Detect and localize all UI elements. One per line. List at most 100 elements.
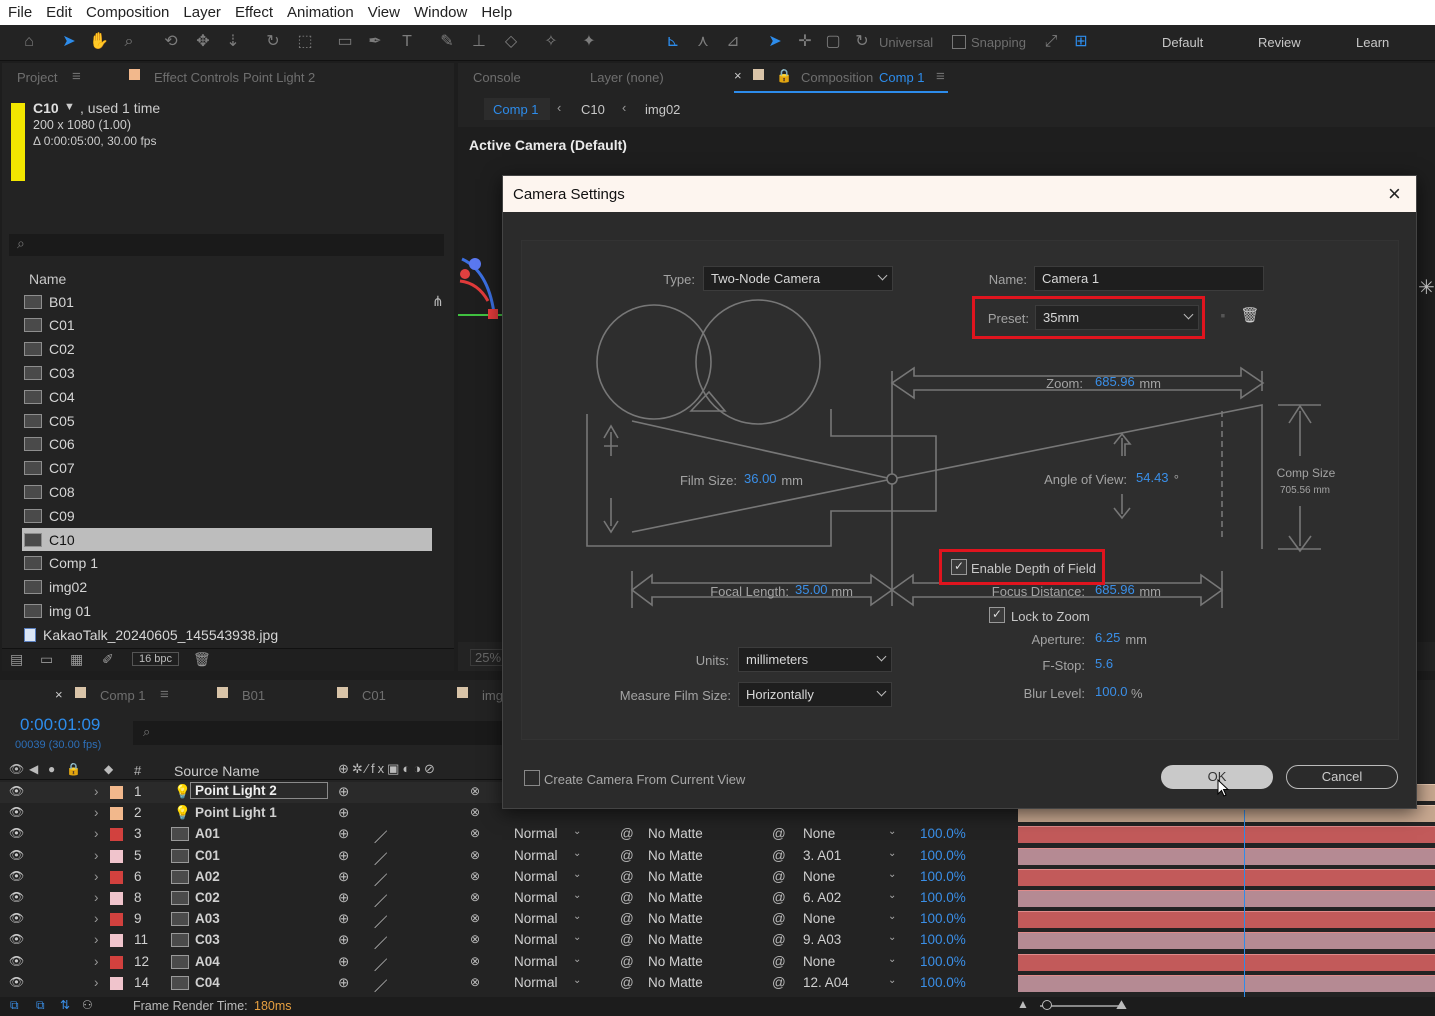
menu-window[interactable]: Window <box>406 4 473 21</box>
breadcrumb-c10[interactable]: C10 <box>581 102 605 117</box>
project-item[interactable]: C04 <box>22 385 432 408</box>
delete-preset-icon[interactable]: 🗑 <box>1240 306 1260 326</box>
parent-dropdown[interactable]: 6. A02 <box>803 890 841 905</box>
layer-name[interactable]: Point Light 2 <box>190 782 328 799</box>
rotate-tool-icon[interactable]: ↻ <box>262 31 284 53</box>
preserve-transparency-icon[interactable]: @ <box>620 890 634 905</box>
panel-menu-icon[interactable]: ≡ <box>160 686 169 703</box>
expand-arrow-icon[interactable]: › <box>94 954 99 969</box>
shy-switch-icon[interactable]: ⊕ <box>338 975 349 991</box>
track-matte-dropdown[interactable]: No Matte <box>648 954 703 969</box>
quality-switch-icon[interactable]: ／ <box>374 848 388 868</box>
chevron-down-icon[interactable]: ▼ <box>64 101 75 113</box>
close-tab-icon[interactable]: × <box>734 68 742 83</box>
solo-icon[interactable]: ● <box>48 762 55 776</box>
grid-snap-icon[interactable]: ⊞ <box>1070 31 1092 53</box>
render-info-icon[interactable]: ⚇ <box>82 998 93 1012</box>
f-stop-value[interactable]: 5.6 <box>1095 656 1113 671</box>
preset-dropdown[interactable]: 35mm <box>1035 305 1199 330</box>
opacity-value[interactable]: 100.0% <box>920 869 966 884</box>
expand-arrow-icon[interactable]: › <box>94 890 99 905</box>
pickwhip-icon[interactable]: @ <box>772 826 786 841</box>
tab-layer[interactable]: Layer (none) <box>590 70 664 85</box>
clone-stamp-icon[interactable]: ⊥ <box>468 31 490 53</box>
layer-label-color[interactable] <box>110 828 123 842</box>
view-axis-icon[interactable]: ⊿ <box>722 31 744 53</box>
layer-name[interactable]: C01 <box>195 848 220 863</box>
breadcrumb-comp1[interactable]: Comp 1 <box>484 98 550 120</box>
panel-menu-icon[interactable]: ≡ <box>72 68 81 85</box>
menu-view[interactable]: View <box>360 4 406 21</box>
source-name-column-header[interactable]: Source Name <box>174 763 260 779</box>
expand-arrow-icon[interactable]: › <box>94 848 99 863</box>
layer-duration-bar[interactable] <box>1018 868 1435 886</box>
expand-arrow-icon[interactable]: › <box>94 805 99 820</box>
layer-label-color[interactable] <box>110 976 123 990</box>
menu-effect[interactable]: Effect <box>227 4 279 21</box>
angle-of-view-value[interactable]: 54.43 <box>1136 470 1169 485</box>
eye-icon[interactable]: 👁 <box>9 805 24 819</box>
project-item[interactable]: KakaoTalk_20240605_145543938.jpg <box>22 623 432 646</box>
3d-layer-icon[interactable]: ⊗ <box>470 848 480 862</box>
layer-label-color[interactable] <box>110 955 123 969</box>
quality-switch-icon[interactable]: ／ <box>374 954 388 974</box>
lock-icon[interactable]: 🔒 <box>66 762 81 776</box>
layer-label-color[interactable] <box>110 807 123 821</box>
project-item[interactable]: B01 <box>22 290 432 313</box>
breadcrumb-img02[interactable]: img02 <box>645 102 680 117</box>
bit-depth-button[interactable]: 16 bpc <box>132 652 180 666</box>
layer-name[interactable]: C04 <box>195 975 220 990</box>
project-item[interactable]: C08 <box>22 480 432 503</box>
project-item[interactable]: C03 <box>22 361 432 384</box>
expand-arrow-icon[interactable]: › <box>94 826 99 841</box>
layer-duration-bar[interactable] <box>1018 932 1435 950</box>
pickwhip-icon[interactable]: @ <box>772 848 786 863</box>
layer-duration-bar[interactable] <box>1018 847 1435 865</box>
preserve-transparency-icon[interactable]: @ <box>620 826 634 841</box>
quality-switch-icon[interactable]: ／ <box>374 975 388 995</box>
zoom-in-icon[interactable]: ⛰ <box>1116 997 1127 1013</box>
home-icon[interactable]: ⌂ <box>18 31 40 53</box>
orbit-camera-icon[interactable]: ⟲ <box>160 31 182 53</box>
expand-arrow-icon[interactable]: › <box>94 975 99 990</box>
track-matte-dropdown[interactable]: No Matte <box>648 932 703 947</box>
zoom-out-icon[interactable]: ▲ <box>1017 997 1029 1011</box>
layer-name[interactable]: A03 <box>195 911 220 926</box>
3d-layer-icon[interactable]: ⊗ <box>470 826 480 840</box>
focal-length-value[interactable]: 35.00 <box>795 582 828 597</box>
layer-row[interactable]: 👁 › 9 A03 ⊕ ／ ⊗ Normal ⌄ @ No Matte @ None ⌄ 100.0% <box>0 909 1005 930</box>
eye-icon[interactable]: 👁 <box>9 975 24 989</box>
label-icon[interactable]: ◆ <box>104 762 113 776</box>
3d-layer-icon[interactable]: ⊗ <box>470 975 480 989</box>
enable-dof-checkbox[interactable]: ✓ <box>951 559 967 575</box>
menu-help[interactable]: Help <box>473 4 518 21</box>
pickwhip-icon[interactable]: @ <box>772 932 786 947</box>
layer-label-color[interactable] <box>110 849 123 863</box>
menu-edit[interactable]: Edit <box>38 4 78 21</box>
layer-name[interactable]: A04 <box>195 954 220 969</box>
layer-label-color[interactable] <box>110 870 123 884</box>
opacity-value[interactable]: 100.0% <box>920 954 966 969</box>
tab-timeline-c01[interactable]: C01 <box>362 688 386 703</box>
cancel-button[interactable]: Cancel <box>1286 765 1398 789</box>
puppet-pin-icon[interactable]: ✦ <box>578 31 600 53</box>
parent-dropdown[interactable]: None <box>803 911 835 926</box>
layer-name[interactable]: Point Light 1 <box>195 805 277 820</box>
selection-tool-icon[interactable]: ➤ <box>58 31 80 53</box>
new-folder-icon[interactable]: ▭ <box>40 651 53 668</box>
toggle-switches-icon[interactable]: ⧉ <box>10 998 19 1013</box>
track-matte-dropdown[interactable]: No Matte <box>648 890 703 905</box>
snap-option-icon[interactable]: ⤢ <box>1040 31 1062 53</box>
3d-scale-icon[interactable]: ▢ <box>822 31 844 53</box>
blend-mode-dropdown[interactable]: Normal <box>514 932 558 947</box>
menu-layer[interactable]: Layer <box>175 4 227 21</box>
layer-label-color[interactable] <box>110 892 123 905</box>
tab-console[interactable]: Console <box>473 70 521 85</box>
measure-film-size-dropdown[interactable]: Horizontally <box>738 682 892 707</box>
menu-composition[interactable]: Composition <box>78 4 175 21</box>
project-item[interactable]: C09 <box>22 504 432 527</box>
3d-layer-icon[interactable]: ⊗ <box>470 911 480 925</box>
preserve-transparency-icon[interactable]: @ <box>620 869 634 884</box>
interpret-footage-icon[interactable]: ▤ <box>10 651 23 668</box>
eraser-tool-icon[interactable]: ◇ <box>500 31 522 53</box>
